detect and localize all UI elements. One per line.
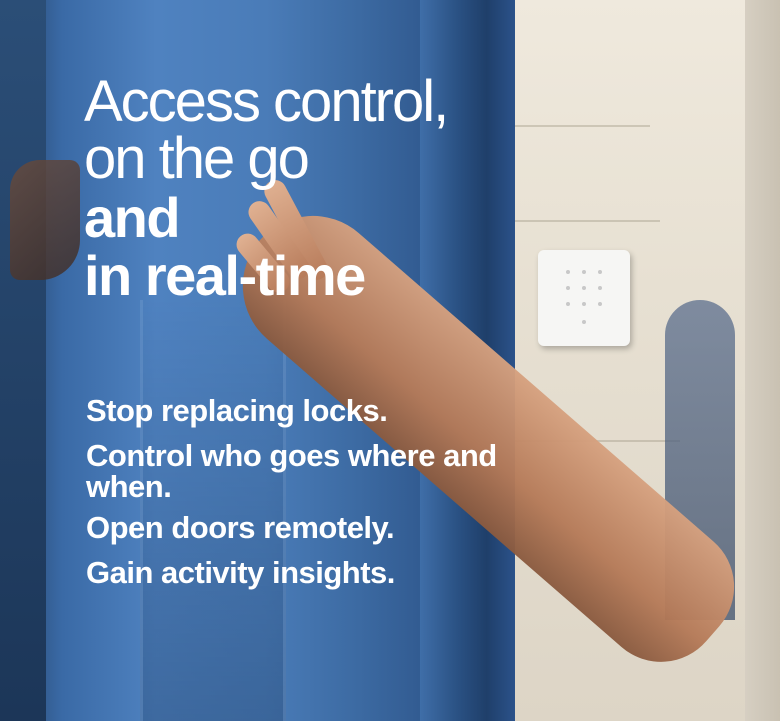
benefit-item: Gain activity insights. xyxy=(86,555,395,590)
keypad-key xyxy=(582,286,586,290)
benefit-list: Stop replacing locks. Control who goes w… xyxy=(86,395,506,602)
headline-light-line-1: Access control, xyxy=(84,69,449,134)
hero-banner: Access control, on the go and in real-ti… xyxy=(0,0,780,721)
headline-bold-line-2: in real-time xyxy=(84,243,366,307)
stone-pillar xyxy=(745,0,780,721)
keypad-key xyxy=(582,320,586,324)
keypad-key xyxy=(582,270,586,274)
keypad-key xyxy=(582,302,586,306)
headline-light-line-2: on the go xyxy=(84,125,310,191)
door-edge xyxy=(0,0,46,721)
door-handle xyxy=(10,160,80,280)
keypad-key xyxy=(566,302,570,306)
keypad-key xyxy=(566,286,570,290)
benefit-item: Control who goes where and when. xyxy=(86,438,497,504)
keypad-key xyxy=(598,270,602,274)
headline: Access control, on the go and in real-ti… xyxy=(84,69,554,307)
keypad-key xyxy=(598,302,602,306)
benefit-item: Open doors remotely. xyxy=(86,510,395,545)
headline-bold-line-1: and xyxy=(84,185,181,249)
keypad-key xyxy=(566,270,570,274)
keypad-key xyxy=(598,286,602,290)
benefit-item: Stop replacing locks. xyxy=(86,393,388,428)
